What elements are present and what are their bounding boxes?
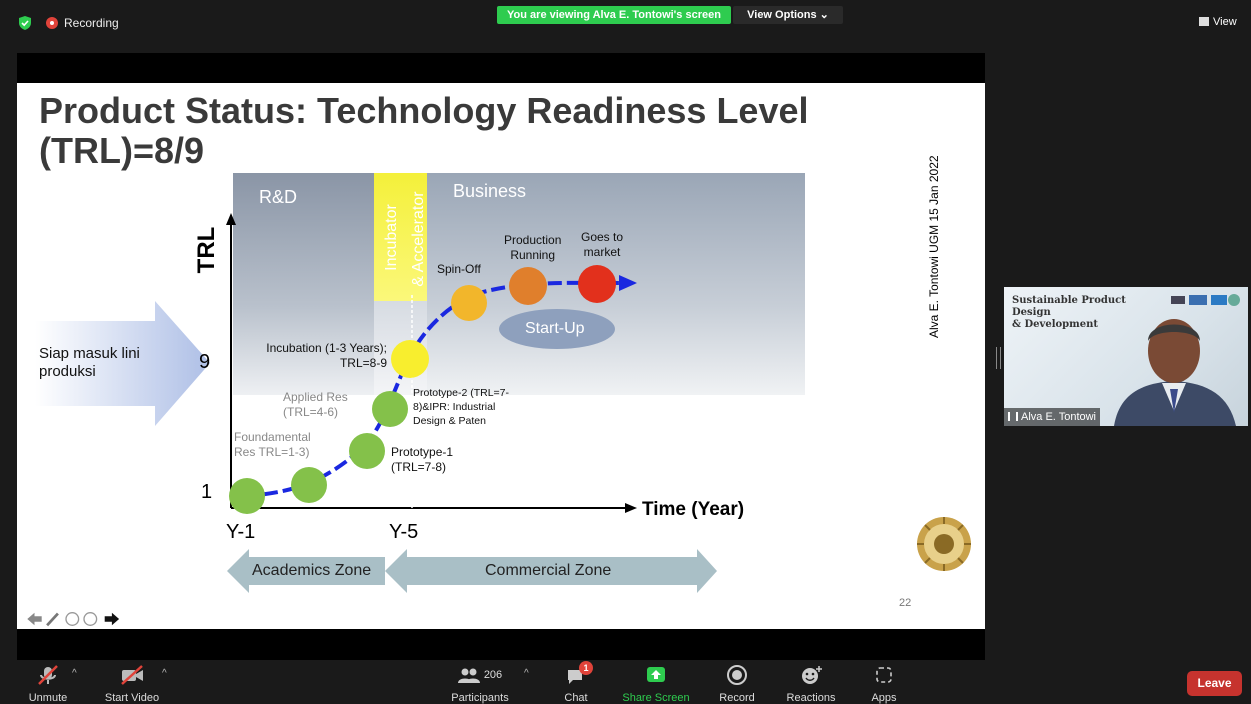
- trl-diagram: [226, 213, 717, 593]
- more-circle-icon: [83, 612, 98, 626]
- apps-button[interactable]: Apps: [864, 664, 904, 704]
- trl-axis-label-wrap: TRL: [193, 220, 223, 280]
- muted-microphone-icon: [38, 665, 58, 685]
- video-options-chevron-icon[interactable]: ^: [162, 668, 167, 679]
- reactions-button[interactable]: Reactions: [784, 664, 838, 704]
- applied-label: Applied Res (TRL=4-6): [283, 390, 348, 419]
- stage-applied-circle: [291, 467, 327, 503]
- share-screen-icon: [647, 667, 665, 682]
- startup-label: Start-Up: [525, 320, 585, 337]
- goes-to-market-label: Goes to market: [581, 230, 624, 259]
- curve-arrowhead: [619, 275, 637, 291]
- academics-zone-label: Academics Zone: [252, 562, 372, 579]
- y-axis-arrowhead: [226, 213, 236, 225]
- prev-arrow-icon: [27, 612, 42, 626]
- participant-name-tag: Alva E. Tontowi: [1004, 408, 1101, 426]
- record-button[interactable]: Record: [715, 664, 759, 704]
- incubator-vertical-label: Incubator: [383, 204, 400, 271]
- audio-options-chevron-icon[interactable]: ^: [72, 668, 77, 679]
- ugm-seal-logo: [917, 517, 971, 571]
- stage-incubation-circle: [391, 340, 429, 378]
- security-shield-icon[interactable]: [18, 16, 32, 30]
- accelerator-vertical-label: & Accelerator: [410, 191, 427, 287]
- prototype2-label: Prototype-2 (TRL=7- 8)&IPR: Industrial D…: [413, 387, 509, 427]
- view-label: View: [1213, 16, 1237, 28]
- share-screen-button[interactable]: Share Screen: [620, 664, 692, 704]
- vertical-credit: Alva E. Tontowi UGM 15 Jan 2022: [927, 155, 941, 338]
- trl-axis-label: TRL: [193, 226, 220, 274]
- leave-button[interactable]: Leave: [1187, 671, 1242, 696]
- x-axis-arrowhead: [625, 503, 637, 513]
- incubation-label: Incubation (1-3 Years); TRL=8-9: [266, 341, 387, 370]
- recording-label: Recording: [64, 16, 119, 30]
- slide-page-number: 22: [899, 597, 912, 609]
- apps-icon: [876, 667, 892, 683]
- video-off-icon: [121, 665, 143, 685]
- pen-icon: [46, 612, 59, 627]
- presentation-slide: Product Status: Technology Readiness Lev…: [17, 83, 985, 629]
- view-button[interactable]: View: [1199, 16, 1237, 28]
- participant-avatar: [1114, 319, 1236, 426]
- panel-resize-handle[interactable]: [996, 347, 1001, 369]
- stage-production-circle: [509, 267, 547, 305]
- participants-icon: [457, 668, 480, 683]
- unmute-button[interactable]: Unmute: [24, 664, 72, 704]
- foundamental-label: Foundamental Res TRL=1-3): [234, 430, 311, 459]
- level-9-label: 9: [199, 351, 211, 373]
- commercial-zone-label: Commercial Zone: [485, 562, 612, 579]
- menu-circle-icon: [65, 612, 80, 626]
- stage-market-circle: [578, 265, 616, 303]
- chat-badge: 1: [579, 661, 593, 675]
- grid-view-icon: [1199, 17, 1209, 26]
- recording-icon: [46, 17, 58, 29]
- stage-foundamental-circle: [229, 478, 265, 514]
- participants-chevron-icon[interactable]: ^: [524, 668, 529, 679]
- y5-label: Y-5: [389, 521, 419, 543]
- vertical-credit-wrap: Alva E. Tontowi UGM 15 Jan 2022: [927, 138, 947, 338]
- level-1-label: 1: [201, 481, 213, 503]
- participant-video-tile[interactable]: Sustainable Product Design & Development…: [1004, 287, 1248, 426]
- view-options-button[interactable]: View Options ⌄: [733, 6, 843, 24]
- stage-spinoff-circle: [451, 285, 487, 321]
- reactions-smiley-icon: [802, 666, 822, 684]
- viewing-screen-banner: You are viewing Alva E. Tontowi's screen: [497, 6, 731, 24]
- next-arrow-icon: [104, 612, 120, 626]
- stage-prototype1-circle: [349, 433, 385, 469]
- slide-annotation-tools: [27, 612, 120, 627]
- participants-count: 206: [483, 669, 503, 681]
- spinoff-label: Spin-Off: [437, 262, 481, 276]
- prototype1-label: Prototype-1 (TRL=7-8): [391, 445, 454, 474]
- record-icon: [727, 665, 747, 685]
- participants-button[interactable]: 206 Participants: [448, 664, 512, 704]
- stage-prototype2-circle: [372, 391, 408, 427]
- start-video-button[interactable]: Start Video: [100, 664, 164, 704]
- production-label: Production Running: [504, 233, 562, 262]
- time-axis-label: Time (Year): [642, 499, 745, 520]
- signal-bars-icon: [1008, 412, 1018, 421]
- y1-label: Y-1: [226, 521, 256, 543]
